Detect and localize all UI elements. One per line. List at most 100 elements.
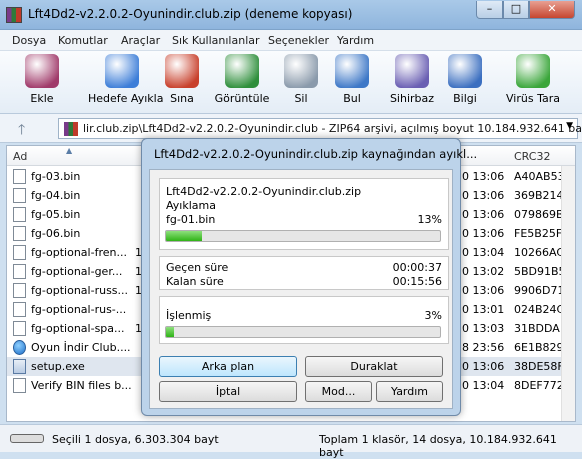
globe-icon — [13, 340, 26, 355]
remaining-time: 00:15:56 — [392, 275, 442, 288]
toolbar-button[interactable]: Hedefe Ayıkla — [88, 54, 164, 110]
menu-item[interactable]: Dosya — [12, 34, 46, 47]
file-icon — [13, 321, 26, 336]
file-modified: 8 23:56 — [462, 341, 505, 354]
vertical-scrollbar[interactable] — [561, 166, 575, 421]
status-selection: Seçili 1 dosya, 6.303.304 bayt — [52, 433, 219, 446]
sort-arrow-icon: ▲ — [66, 146, 73, 155]
file-name: fg-05.bin — [31, 208, 81, 221]
file-modified: 0 13:06 — [462, 284, 505, 297]
toolbar-button-label: Görüntüle — [214, 92, 270, 105]
help-button[interactable]: Yardım — [376, 381, 443, 402]
menu-bar: Dosya Komutlar Araçlar Sık Kullanılanlar Seç… — [0, 30, 582, 51]
close-button[interactable]: ✕ — [529, 1, 575, 19]
file-modified: 0 13:06 — [462, 360, 505, 373]
dialog-body: Lft4Dd2-v2.2.0.2-Oyunindir.club.zip Ayık… — [149, 169, 453, 409]
action-label: Ayıklama — [166, 199, 216, 212]
folder-extract-icon — [105, 54, 139, 88]
column-name-header[interactable]: Ad — [13, 150, 27, 163]
remaining-label: Kalan süre — [166, 275, 224, 288]
file-modified: 0 13:02 — [462, 265, 505, 278]
file-name: setup.exe — [31, 360, 85, 373]
toolbar-button-label: Bilgi — [453, 92, 477, 105]
current-file: fg-01.bin — [166, 213, 216, 226]
elapsed-time: 00:00:37 — [392, 261, 442, 274]
file-icon — [13, 264, 26, 279]
processed-percent: 3% — [424, 309, 442, 322]
mode-button[interactable]: Mod... — [305, 381, 372, 402]
elapsed-label: Geçen süre — [166, 261, 229, 274]
toolbar-button[interactable]: Sihirbaz — [384, 54, 440, 110]
trash-icon — [284, 54, 318, 88]
magnifier-icon — [335, 54, 369, 88]
winrar-add-icon — [25, 54, 59, 88]
file-icon — [13, 302, 26, 317]
toolbar-button[interactable]: Ekle — [20, 54, 64, 110]
toolbar-button-label: Sına — [170, 92, 194, 105]
file-percent: 13% — [417, 213, 442, 226]
toolbar-button-label: Sihirbaz — [389, 92, 435, 105]
address-text: lir.club.zip\Lft4Dd2-v2.2.0.2-Oyunindir.… — [83, 122, 582, 135]
file-name: fg-optional-rus-... — [31, 303, 127, 316]
extract-progress-dialog: Lft4Dd2-v2.2.0.2-Oyunindir.club.zip kayn… — [141, 138, 477, 416]
toolbar-button[interactable]: Sil — [282, 54, 320, 110]
file-icon — [13, 283, 26, 298]
toolbar-button-label: Hedefe Ayıkla — [88, 92, 164, 105]
window-title: Lft4Dd2-v2.2.0.2-Oyunindir.club.zip (den… — [28, 7, 353, 21]
file-icon — [13, 169, 26, 184]
maximize-button[interactable]: □ — [503, 1, 529, 19]
toolbar-button[interactable]: Bul — [332, 54, 372, 110]
toolbar-button[interactable]: Bilgi — [444, 54, 486, 110]
file-modified: 0 13:03 — [462, 322, 505, 335]
menu-item[interactable]: Yardım — [337, 34, 374, 47]
file-modified: 0 13:06 — [462, 170, 505, 183]
file-name: fg-optional-spa... — [31, 322, 125, 335]
file-modified: 0 13:01 — [462, 303, 505, 316]
chevron-down-icon[interactable]: ▼ — [566, 121, 573, 131]
exe-icon — [13, 359, 26, 374]
file-modified: 0 13:06 — [462, 227, 505, 240]
toolbar-button[interactable]: Görüntüle — [212, 54, 272, 110]
file-progress-panel: Lft4Dd2-v2.2.0.2-Oyunindir.club.zip Ayık… — [159, 178, 449, 250]
wand-icon — [395, 54, 429, 88]
address-field[interactable]: lir.club.zip\Lft4Dd2-v2.2.0.2-Oyunindir.… — [58, 118, 582, 139]
drive-key-icon — [10, 434, 44, 443]
file-icon — [13, 207, 26, 222]
cancel-button[interactable]: İptal — [159, 381, 297, 402]
status-bar: Seçili 1 dosya, 6.303.304 bayt Toplam 1 … — [0, 424, 582, 459]
toolbar-button[interactable]: Virüs Tara — [500, 54, 566, 110]
file-name: fg-06.bin — [31, 227, 81, 240]
file-icon — [13, 245, 26, 260]
archive-icon — [64, 122, 78, 136]
toolbar-button-label: Virüs Tara — [506, 92, 560, 105]
menu-item[interactable]: Araçlar — [121, 34, 160, 47]
file-progress-bar — [165, 230, 441, 242]
time-panel: Geçen süre 00:00:37 Kalan süre 00:15:56 — [159, 256, 449, 290]
minimize-button[interactable]: – — [476, 1, 503, 19]
toolbar-button-label: Ekle — [30, 92, 54, 105]
processed-label: İşlenmiş — [166, 309, 212, 322]
toolbar-button-label: Sil — [294, 92, 308, 105]
clipboard-check-icon — [165, 54, 199, 88]
up-arrow-icon[interactable]: 🡑 — [18, 119, 25, 143]
file-name: Verify BIN files b... — [31, 379, 131, 392]
column-crc-header[interactable]: CRC32 — [514, 150, 550, 163]
total-progress-panel: İşlenmiş 3% — [159, 296, 449, 344]
menu-item[interactable]: Seçenekler — [268, 34, 329, 47]
file-name: Oyun İndir Club.... — [31, 341, 131, 354]
file-modified: 0 13:04 — [462, 246, 505, 259]
file-icon — [13, 378, 26, 393]
toolbar-button[interactable]: Sına — [164, 54, 200, 110]
status-total: Toplam 1 klasör, 14 dosya, 10.184.932.64… — [319, 433, 557, 459]
archive-name: Lft4Dd2-v2.2.0.2-Oyunindir.club.zip — [166, 185, 362, 198]
file-name: fg-optional-russ... — [31, 284, 129, 297]
background-button[interactable]: Arka plan — [159, 356, 297, 377]
winrar-app-icon[interactable] — [6, 7, 22, 23]
file-name: fg-03.bin — [31, 170, 81, 183]
file-name: fg-optional-ger... — [31, 265, 123, 278]
book-view-icon — [225, 54, 259, 88]
file-modified: 0 13:06 — [462, 189, 505, 202]
menu-item[interactable]: Komutlar — [58, 34, 108, 47]
pause-button[interactable]: Duraklat — [305, 356, 443, 377]
menu-item[interactable]: Sık Kullanılanlar — [172, 34, 260, 47]
